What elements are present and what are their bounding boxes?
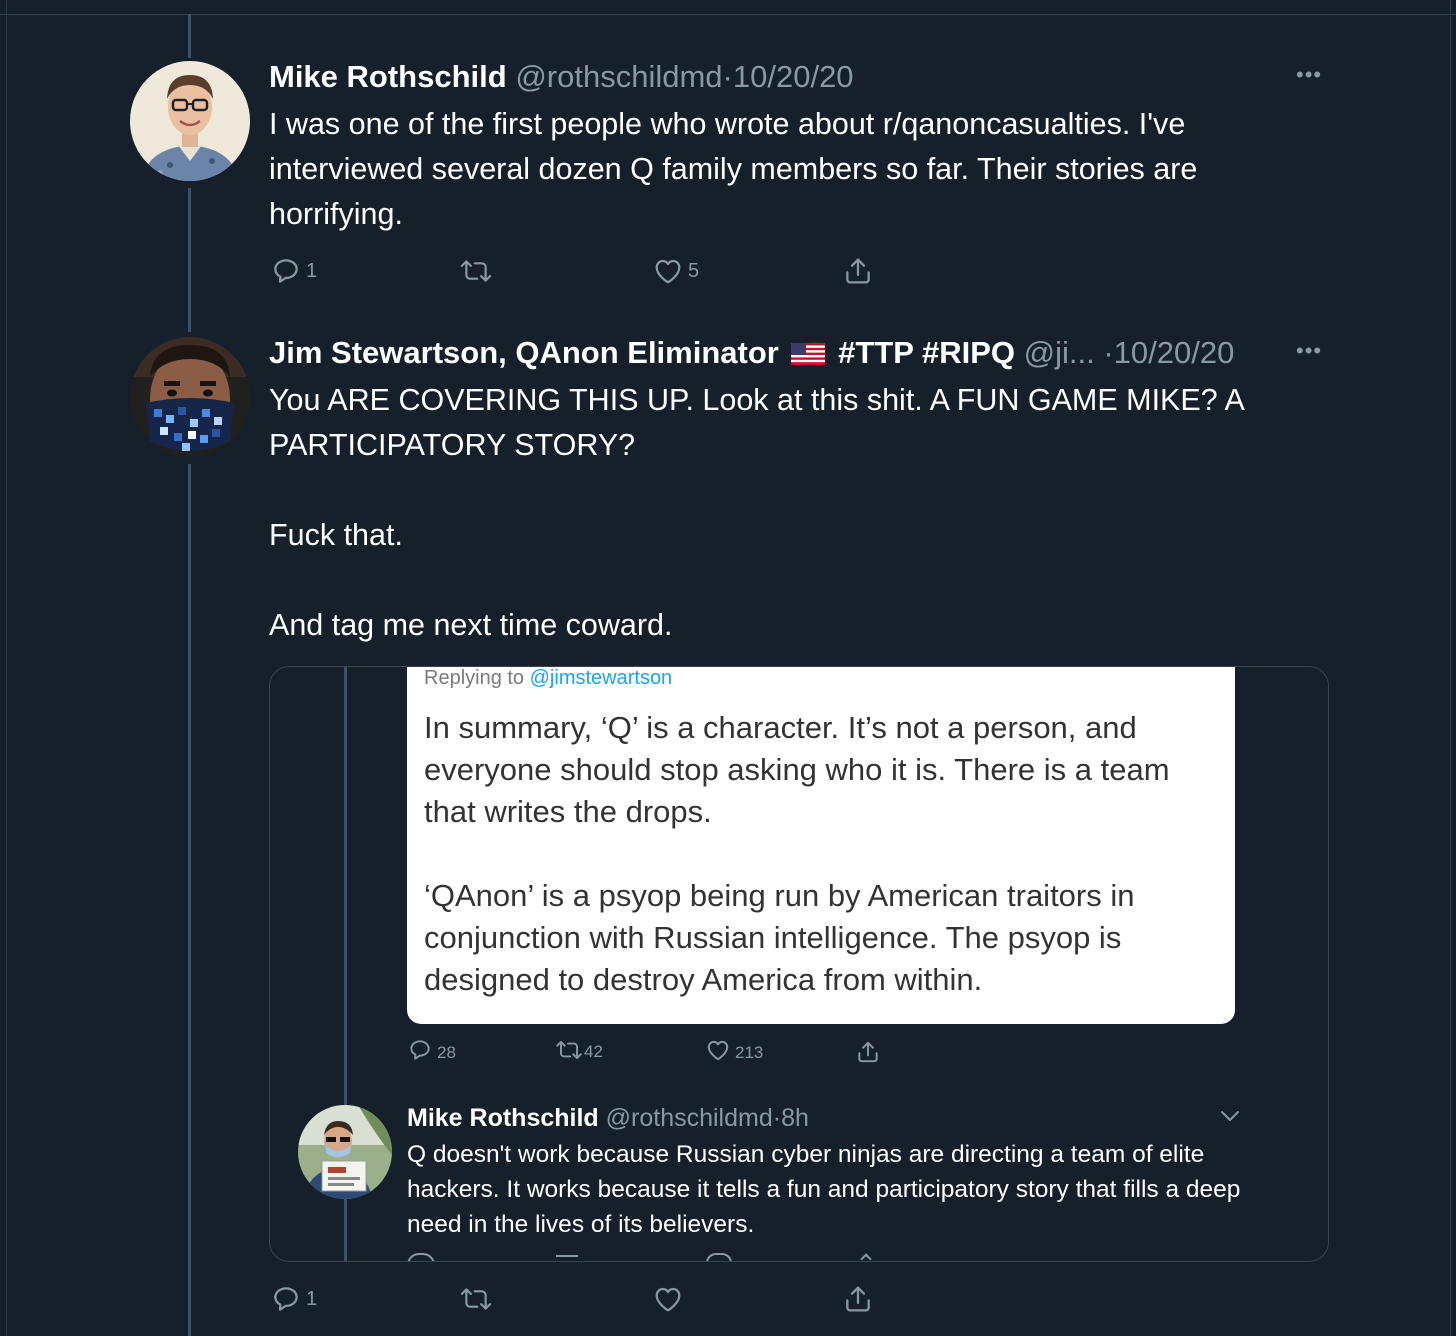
share-button[interactable] — [842, 255, 874, 287]
screenshot-tweet: Replying to @jimstewartson In summary, ‘… — [407, 667, 1235, 1024]
author-handle[interactable]: @rothschildmd — [515, 59, 722, 94]
more-options-icon[interactable]: ••• — [1296, 62, 1322, 88]
heart-icon — [707, 1040, 729, 1061]
embedded-like-stat: 213 — [705, 1037, 763, 1063]
reply-count: 1 — [306, 1287, 318, 1310]
reply-text: Q doesn't work because Russian cyber nin… — [407, 1141, 1241, 1238]
mention-link[interactable]: @jimstewartson — [530, 667, 673, 689]
share-icon — [846, 258, 870, 284]
reply-count: 1 — [306, 259, 318, 282]
share-icon — [860, 1253, 872, 1261]
share-icon — [846, 1286, 870, 1312]
tweet-text: You ARE COVERING THIS UP. Look at this s… — [269, 383, 1244, 642]
thread-line — [188, 188, 191, 332]
author-name[interactable]: Mike Rothschild — [269, 59, 507, 94]
reply-icon — [274, 259, 298, 283]
author-handle: @rothschildmd — [605, 1104, 773, 1132]
separator: · — [722, 59, 733, 94]
retweet-icon — [556, 1041, 582, 1059]
share-icon — [858, 1041, 878, 1063]
like-count: 213 — [735, 1043, 764, 1062]
reply-header: Mike Rothschild @rothschildmd·8h — [407, 1103, 809, 1133]
thread-line — [188, 464, 191, 1336]
avatar[interactable] — [130, 61, 250, 181]
retweet-button[interactable] — [458, 255, 498, 287]
tweet-text: I was one of the first people who wrote … — [269, 107, 1206, 231]
quoted-media[interactable]: Replying to @jimstewartson In summary, ‘… — [269, 666, 1329, 1262]
separator: · — [1103, 335, 1114, 370]
hashtags[interactable]: #TTP #RIPQ — [838, 335, 1015, 370]
right-border — [1450, 0, 1451, 1336]
author-handle[interactable]: @ji... — [1024, 335, 1095, 370]
tweet-date[interactable]: 10/20/20 — [1114, 335, 1235, 370]
reply-icon — [274, 1287, 298, 1311]
replying-to: Replying to @jimstewartson — [424, 667, 672, 690]
retweet-count: 42 — [584, 1042, 603, 1061]
like-button[interactable]: 5 — [652, 255, 699, 287]
author-name[interactable]: Jim Stewartson, QAnon Eliminator — [269, 335, 779, 370]
us-flag-icon — [791, 336, 826, 374]
embedded-share-stat — [855, 1039, 881, 1065]
heart-icon — [655, 1287, 681, 1312]
inner-thread-line — [344, 1197, 347, 1261]
author-name: Mike Rothschild — [407, 1104, 599, 1132]
heart-icon — [655, 259, 681, 284]
retweet-icon — [460, 1288, 492, 1310]
reply-button[interactable]: 1 — [270, 255, 317, 287]
retweet-button[interactable] — [458, 1283, 498, 1315]
reply-count: 28 — [437, 1043, 456, 1062]
replying-to-label: Replying to — [424, 667, 525, 689]
retweet-icon — [460, 260, 492, 282]
thread-line — [188, 14, 191, 58]
top-divider — [0, 14, 1456, 15]
like-count: 5 — [688, 259, 700, 282]
more-options-icon[interactable]: ••• — [1296, 338, 1322, 364]
avatar[interactable] — [130, 337, 250, 457]
reply-icon — [407, 1253, 435, 1261]
separator: · — [772, 1104, 782, 1132]
tweet-header: Jim Stewartson, QAnon Eliminator #TTP #R… — [269, 334, 1234, 374]
embedded-reply-stat: 28 — [407, 1037, 456, 1063]
embedded-retweet-stat: 42 — [554, 1037, 603, 1063]
chevron-down-icon — [1221, 1111, 1239, 1121]
tweet-date[interactable]: 10/20/20 — [733, 59, 854, 94]
left-border — [6, 0, 7, 1336]
avatar — [298, 1105, 392, 1199]
like-button[interactable] — [652, 1283, 688, 1315]
tweet-header: Mike Rothschild @rothschildmd·10/20/20 — [269, 58, 854, 96]
screenshot-text: In summary, ‘Q’ is a character. It’s not… — [424, 710, 1170, 997]
heart-icon — [706, 1253, 732, 1261]
retweet-icon — [556, 1255, 578, 1261]
reply-button[interactable]: 1 — [270, 1283, 317, 1315]
reply-icon — [410, 1040, 430, 1060]
inner-thread-line — [344, 667, 347, 1111]
share-button[interactable] — [842, 1283, 874, 1315]
reply-time: 8h — [781, 1104, 809, 1132]
